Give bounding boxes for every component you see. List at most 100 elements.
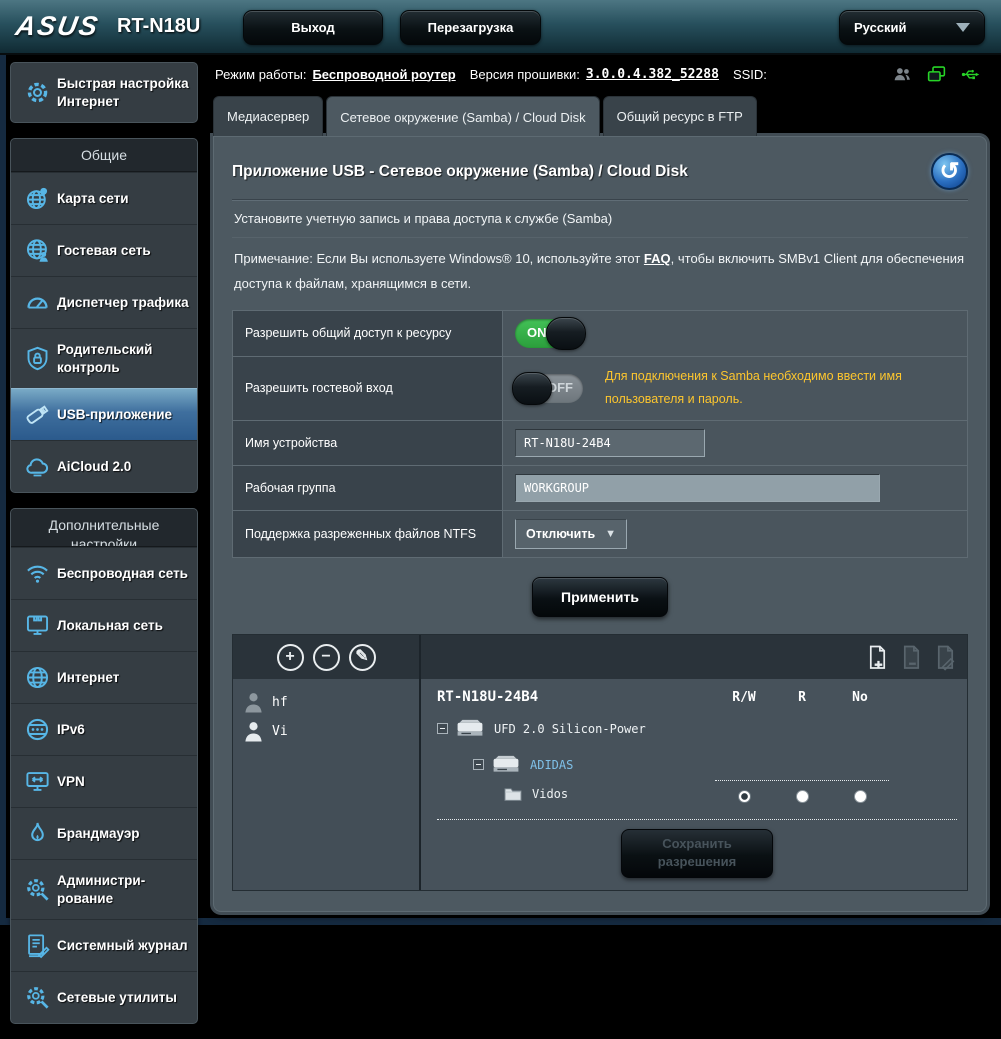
reboot-button[interactable]: Перезагрузка <box>400 10 541 45</box>
flame-icon <box>17 820 57 847</box>
tab-samba-cloud-disk[interactable]: Сетевое окружение (Samba) / Cloud Disk <box>326 96 599 136</box>
workgroup-label: Рабочая группа <box>233 466 503 511</box>
folder-label[interactable]: Vidos <box>532 787 568 801</box>
permission-radio-rw[interactable] <box>738 790 751 803</box>
partition-drive-icon <box>491 754 521 775</box>
table-row: Разрешить общий доступ к ресурсу ON <box>233 310 968 356</box>
tools-gear-icon <box>17 984 57 1011</box>
language-select[interactable]: Русский <box>839 10 985 45</box>
disk-label[interactable]: UFD 2.0 Silicon-Power <box>494 722 646 736</box>
sidebar-item-wan[interactable]: Интернет <box>11 651 197 703</box>
sidebar-item-usb-application[interactable]: USB-приложение <box>11 388 197 440</box>
sidebar-item-lan[interactable]: Локальная сеть <box>11 599 197 651</box>
operation-mode-label: Режим работы: <box>215 67 306 82</box>
user-list: hf Vi <box>233 679 421 889</box>
traffic-gauge-icon <box>17 289 57 316</box>
sidebar-item-guest-network[interactable]: Гостевая сеть <box>11 224 197 276</box>
permissions-section: + − ✎ hf <box>232 634 968 890</box>
host-name: RT-N18U-24B4 <box>437 689 538 705</box>
share-enable-label: Разрешить общий доступ к ресурсу <box>233 310 503 356</box>
workgroup-input[interactable] <box>515 474 880 502</box>
avatar <box>243 691 264 714</box>
sidebar-item-vpn[interactable]: VPN <box>11 755 197 807</box>
sidebar-item-network-map[interactable]: Карта сети <box>11 172 197 224</box>
partition-link[interactable]: ADIDAS <box>530 758 573 772</box>
network-status-icon[interactable] <box>926 64 947 85</box>
firmware-version-link[interactable]: 3.0.0.4.382_52288 <box>586 67 719 82</box>
sidebar-section-advanced: Дополнительные настройки <box>11 509 197 547</box>
permission-radio-r[interactable] <box>796 790 809 803</box>
ipv6-badge-icon <box>17 716 57 743</box>
edit-share-icon[interactable] <box>934 644 957 671</box>
collapse-toggle-icon[interactable] <box>437 723 448 734</box>
guest-login-label: Разрешить гостевой вход <box>233 356 503 421</box>
tab-media-server[interactable]: Медиасервер <box>213 96 323 136</box>
faq-link[interactable]: FAQ <box>644 251 671 266</box>
tab-bar: Медиасервер Сетевое окружение (Samba) / … <box>213 96 987 136</box>
operation-mode-link[interactable]: Беспроводной роутер <box>312 67 455 82</box>
asus-logo: ASUS <box>13 11 101 42</box>
admin-gear-icon <box>17 876 57 903</box>
permissions-toolbar: + − ✎ <box>233 635 967 679</box>
permission-radio-no[interactable] <box>854 790 867 803</box>
sidebar: Быстрая настройка Интернет Общие Карта с… <box>0 55 205 1039</box>
cloud-icon <box>17 453 57 480</box>
add-share-icon[interactable] <box>866 644 889 671</box>
share-enable-toggle[interactable]: ON <box>515 319 583 348</box>
device-name-input[interactable] <box>515 429 705 457</box>
column-header-r: R <box>773 690 831 705</box>
wifi-icon <box>17 560 57 587</box>
logout-button[interactable]: Выход <box>243 10 383 45</box>
table-row: Рабочая группа <box>233 466 968 511</box>
list-item-user[interactable]: hf <box>241 688 411 717</box>
ntfs-sparse-label: Поддержка разреженных файлов NTFS <box>233 511 503 558</box>
sidebar-item-traffic-manager[interactable]: Диспетчер трафика <box>11 276 197 328</box>
tree-row-disk: UFD 2.0 Silicon-Power <box>437 718 957 739</box>
disk-drive-icon <box>455 718 485 739</box>
table-row: Разрешить гостевой вход OFF Для подключе… <box>233 356 968 421</box>
remove-user-button[interactable]: − <box>313 644 340 671</box>
sidebar-item-network-tools[interactable]: Сетевые утилиты <box>11 971 197 1023</box>
edit-user-button[interactable]: ✎ <box>349 644 376 671</box>
clients-icon[interactable] <box>892 64 913 85</box>
tree-header-row: RT-N18U-24B4 R/W R No <box>437 689 957 705</box>
guest-login-toggle[interactable]: OFF <box>515 374 583 403</box>
apply-button[interactable]: Применить <box>532 577 668 617</box>
back-button[interactable]: ↺ <box>931 153 968 190</box>
log-document-icon <box>17 932 57 959</box>
add-user-button[interactable]: + <box>277 644 304 671</box>
sidebar-item-ipv6[interactable]: IPv6 <box>11 703 197 755</box>
usb-status-icon[interactable] <box>960 64 981 85</box>
sidebar-item-quick-setup[interactable]: Быстрая настройка Интернет <box>11 63 197 122</box>
network-map-icon <box>17 185 57 212</box>
column-header-no: No <box>831 690 889 705</box>
chevron-down-icon <box>956 23 970 32</box>
collapse-toggle-icon[interactable] <box>473 759 484 770</box>
sidebar-item-aicloud[interactable]: AiCloud 2.0 <box>11 440 197 492</box>
sidebar-item-parental-control[interactable]: Родительский контроль <box>11 328 197 388</box>
tree-row-partition: ADIDAS <box>473 754 957 775</box>
toggle-knob <box>546 317 586 350</box>
sidebar-item-system-log[interactable]: Системный журнал <box>11 919 197 971</box>
sidebar-item-wireless[interactable]: Беспроводная сеть <box>11 547 197 599</box>
language-value: Русский <box>854 20 907 35</box>
main-panel: Приложение USB - Сетевое окружение (Samb… <box>213 136 987 912</box>
lan-port-icon <box>17 612 57 639</box>
page-subtitle: Установите учетную запись и права доступ… <box>232 201 968 238</box>
share-tree: RT-N18U-24B4 R/W R No UFD 2.0 Silicon-Po… <box>421 679 967 889</box>
remove-share-icon[interactable] <box>900 644 923 671</box>
usb-drive-icon <box>17 401 57 428</box>
topbar: ASUS RT-N18U Выход Перезагрузка Русский <box>0 0 1001 55</box>
save-permissions-row: Сохранить разрешения <box>437 819 957 877</box>
sidebar-section-general: Общие <box>11 139 197 172</box>
firmware-label: Версия прошивки: <box>470 67 580 82</box>
sidebar-item-administration[interactable]: Администри-рование <box>11 859 197 919</box>
tab-ftp-share[interactable]: Общий ресурс в FTP <box>603 96 757 136</box>
sidebar-item-firewall[interactable]: Брандмауэр <box>11 807 197 859</box>
globe-icon <box>17 664 57 691</box>
status-bar: Режим работы: Беспроводной роутер Версия… <box>213 55 987 91</box>
list-item-user[interactable]: Vi <box>241 717 411 746</box>
ntfs-sparse-select[interactable]: Отключить ▼ <box>515 519 627 549</box>
save-permissions-button[interactable]: Сохранить разрешения <box>621 829 773 877</box>
samba-settings-table: Разрешить общий доступ к ресурсу ON Разр… <box>232 310 968 559</box>
